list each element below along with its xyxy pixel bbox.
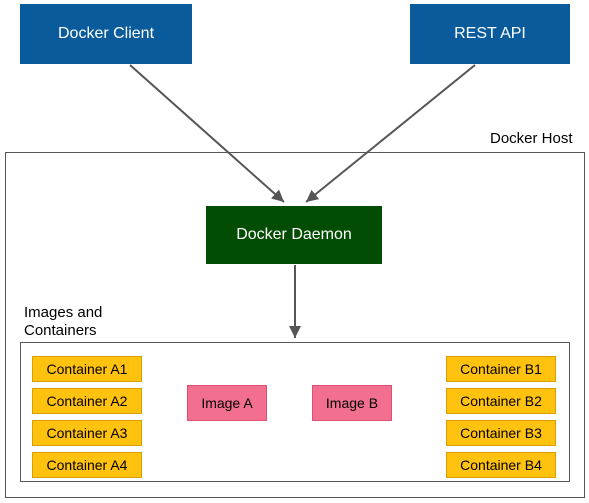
container-box: Container B3 [446, 420, 556, 446]
images-containers-label-line2: Containers [24, 322, 97, 340]
container-label: Container B2 [460, 393, 542, 409]
container-box: Container A4 [32, 452, 142, 478]
container-label: Container A4 [47, 457, 128, 473]
image-label: Image A [201, 395, 252, 411]
image-box: Image B [312, 385, 392, 421]
diagram-canvas: Docker Client REST API Docker Host Docke… [0, 0, 589, 503]
container-box: Container B1 [446, 356, 556, 382]
docker-client-label: Docker Client [58, 25, 154, 43]
docker-client-box: Docker Client [20, 4, 192, 64]
docker-daemon-box: Docker Daemon [206, 206, 382, 264]
container-label: Container A3 [47, 425, 128, 441]
container-label: Container A2 [47, 393, 128, 409]
container-box: Container A1 [32, 356, 142, 382]
container-label: Container A1 [47, 361, 128, 377]
container-box: Container B2 [446, 388, 556, 414]
container-label: Container B4 [460, 457, 542, 473]
container-box: Container A2 [32, 388, 142, 414]
container-label: Container B1 [460, 361, 542, 377]
images-containers-label-line1: Images and [24, 304, 102, 322]
image-box: Image A [187, 385, 267, 421]
docker-daemon-label: Docker Daemon [236, 226, 352, 244]
rest-api-label: REST API [454, 25, 526, 43]
docker-host-label: Docker Host [490, 130, 573, 148]
container-box: Container A3 [32, 420, 142, 446]
image-label: Image B [326, 395, 378, 411]
container-box: Container B4 [446, 452, 556, 478]
rest-api-box: REST API [410, 4, 570, 64]
container-label: Container B3 [460, 425, 542, 441]
